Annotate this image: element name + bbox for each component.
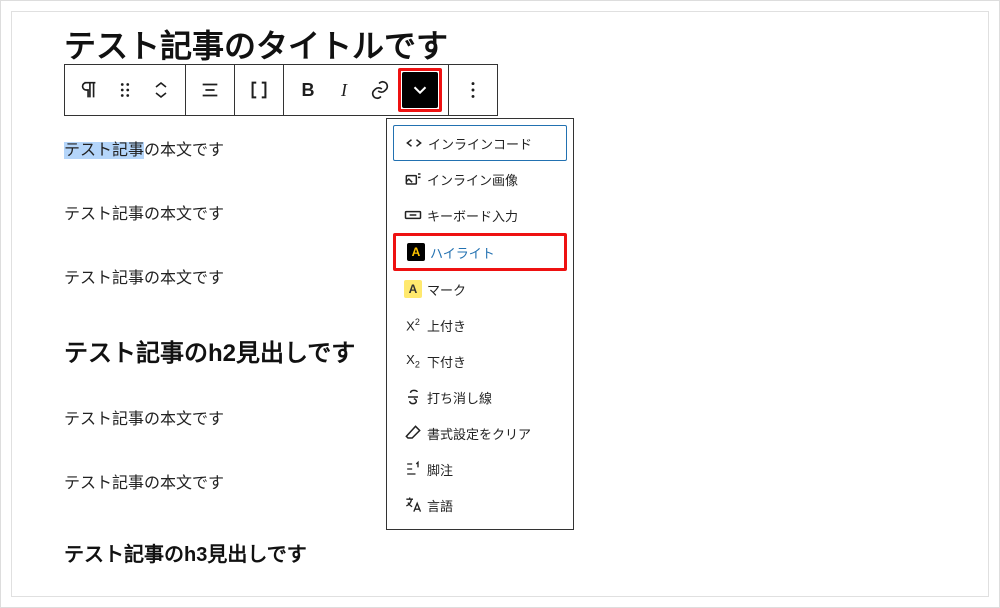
more-formats-highlight-frame	[398, 68, 442, 112]
dropdown-item-label: インライン画像	[427, 170, 561, 189]
highlight-a-icon: A	[402, 243, 430, 261]
footnote-icon	[399, 459, 427, 479]
dropdown-item-inline-code[interactable]: インラインコード	[393, 125, 567, 161]
bold-button[interactable]: B	[290, 72, 326, 108]
block-type-paragraph-button[interactable]	[71, 72, 107, 108]
dropdown-item-label: 下付き	[427, 352, 561, 371]
dropdown-item-label: ハイライト	[430, 243, 558, 262]
dropdown-item-label: 上付き	[427, 316, 561, 335]
strikethrough-icon	[399, 387, 427, 407]
dropdown-item-keyboard[interactable]: キーボード入力	[393, 197, 567, 233]
language-icon	[399, 495, 427, 515]
formats-dropdown: インラインコード インライン画像 キーボード入力 A ハイライト A	[386, 118, 574, 530]
dropdown-item-label: 書式設定をクリア	[427, 424, 561, 443]
selected-text: テスト記事	[64, 142, 144, 159]
dropdown-item-inline-image[interactable]: インライン画像	[393, 161, 567, 197]
dropdown-item-label: 脚注	[427, 460, 561, 479]
drag-handle-button[interactable]	[107, 72, 143, 108]
italic-button[interactable]: I	[326, 72, 362, 108]
eraser-icon	[399, 423, 427, 443]
dropdown-item-label: キーボード入力	[427, 206, 561, 225]
dropdown-item-footnote[interactable]: 脚注	[393, 451, 567, 487]
dropdown-item-label: 打ち消し線	[427, 388, 561, 407]
align-button[interactable]	[192, 72, 228, 108]
dropdown-item-highlight[interactable]: A ハイライト	[396, 236, 564, 268]
dropdown-item-label: 言語	[427, 496, 561, 515]
code-icon	[400, 133, 428, 153]
dropdown-item-clear-format[interactable]: 書式設定をクリア	[393, 415, 567, 451]
dropdown-item-language[interactable]: 言語	[393, 487, 567, 523]
dropdown-item-superscript[interactable]: X2 上付き	[393, 307, 567, 343]
dropdown-item-label: インラインコード	[428, 134, 560, 153]
block-toolbar: B I	[64, 64, 498, 116]
more-formats-button[interactable]	[402, 72, 438, 108]
heading-h3[interactable]: テスト記事のh3見出しです	[64, 538, 936, 567]
more-options-button[interactable]	[455, 72, 491, 108]
subscript-icon: X2	[399, 352, 427, 370]
dropdown-item-subscript[interactable]: X2 下付き	[393, 343, 567, 379]
link-button[interactable]	[362, 72, 398, 108]
dropdown-item-label: マーク	[427, 280, 561, 299]
brackets-button[interactable]	[241, 72, 277, 108]
keyboard-icon	[399, 205, 427, 225]
page-title: テスト記事のタイトルです	[64, 24, 936, 69]
paragraph-1-rest: の本文です	[144, 142, 224, 159]
highlight-item-frame: A ハイライト	[393, 233, 567, 271]
mark-a-icon: A	[399, 280, 427, 298]
move-up-down-button[interactable]	[143, 72, 179, 108]
image-icon	[399, 169, 427, 189]
superscript-icon: X2	[399, 317, 427, 333]
dropdown-item-strikethrough[interactable]: 打ち消し線	[393, 379, 567, 415]
dropdown-item-mark[interactable]: A マーク	[393, 271, 567, 307]
